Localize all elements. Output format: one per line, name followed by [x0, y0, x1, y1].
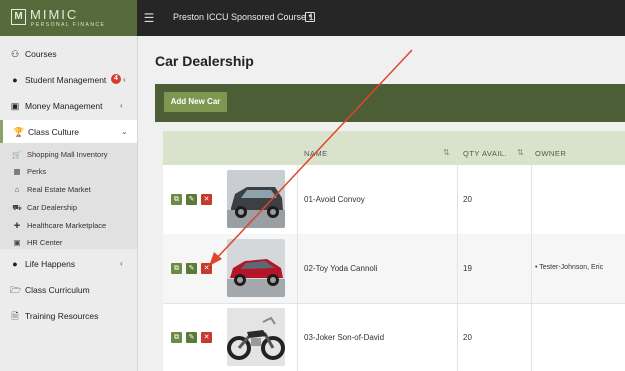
annotation-arrow — [209, 49, 413, 266]
